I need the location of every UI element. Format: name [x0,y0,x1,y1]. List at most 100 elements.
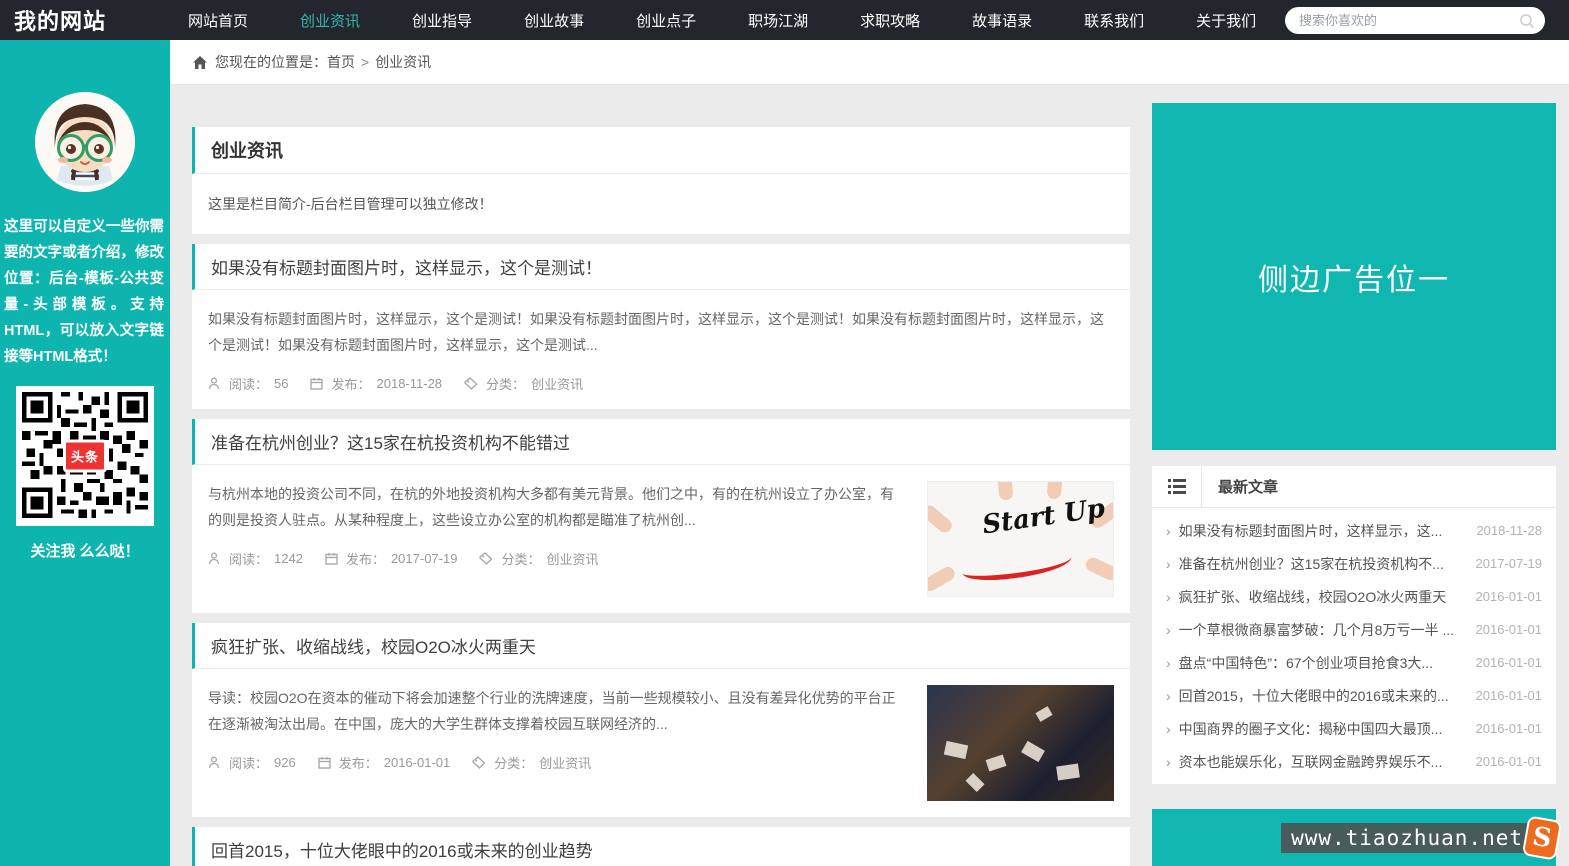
reads-label: 阅读： [229,549,268,568]
nav-item-story[interactable]: 创业故事 [498,0,610,40]
left-sidebar: 这里可以自定义一些你需要的文字或者介绍，修改位置：后台-模板-公共变量-头部模板… [0,40,170,866]
breadcrumb-current[interactable]: 创业资讯 [375,52,431,72]
watermark-url: www.tiaozhuan.net [1281,823,1533,853]
avatar-illustration [35,92,135,192]
article-excerpt: 导读：校园O2O在资本的催动下将会加速整个行业的洗牌速度，当前一些规模较小、且没… [208,685,907,737]
latest-articles-header: 最新文章 [1152,466,1556,508]
article-body: 导读：校园O2O在资本的催动下将会加速整个行业的洗牌速度，当前一些规模较小、且没… [192,669,1130,817]
breadcrumb-prefix: 您现在的位置是： [215,52,327,72]
article-thumbnail-o2o[interactable] [927,685,1114,801]
qr-caption: 关注我 么么哒！ [0,540,170,561]
chevron-right-icon: › [1166,556,1171,572]
tag-icon [472,756,486,769]
article-card: 疯狂扩张、收缩战线，校园O2O冰火两重天 导读：校园O2O在资本的催动下将会加速… [192,623,1130,817]
reads-value: 926 [274,755,296,770]
category-label: 分类： [501,549,540,568]
publish-label: 发布： [331,374,370,393]
nav-item-workplace[interactable]: 职场江湖 [722,0,834,40]
category-value[interactable]: 创业资讯 [539,753,591,772]
breadcrumb: 您现在的位置是： 首页 > 创业资讯 [170,40,1569,85]
tag-icon [464,377,478,390]
nav-item-news[interactable]: 创业资讯 [274,0,386,40]
latest-articles-title: 最新文章 [1202,466,1278,507]
article-thumbnail-startup[interactable]: Start Up [927,481,1114,597]
category-title: 创业资讯 [192,127,1130,174]
latest-item[interactable]: › 准备在杭州创业？这15家在杭投资机构不... 2017-07-19 [1166,547,1542,580]
latest-item[interactable]: ›疯狂扩张、收缩战线，校园O2O冰火两重天2016-01-01 [1166,580,1542,613]
category-value[interactable]: 创业资讯 [531,374,583,393]
avatar [35,92,135,192]
breadcrumb-home-link[interactable]: 首页 [327,52,355,72]
article-card: 回首2015，十位大佬眼中的2016或未来的创业趋势 2016年新年钟声即将敲响… [192,827,1130,866]
calendar-icon [325,552,338,565]
article-title[interactable]: 如果没有标题封面图片时，这样显示，这个是测试！ [192,244,1130,290]
article-card: 如果没有标题封面图片时，这样显示，这个是测试！ 如果没有标题封面图片时，这样显示… [192,244,1130,409]
nav-item-guide[interactable]: 创业指导 [386,0,498,40]
latest-item[interactable]: › 盘点“中国特色”：67个创业项目抢食3大... 2016-01-01 [1166,646,1542,679]
latest-item-title: 疯狂扩张、收缩战线，校园O2O冰火两重天 [1179,587,1466,607]
latest-item-date: 2018-11-28 [1476,523,1542,538]
latest-item-title: 中国商界的圈子文化：揭秘中国四大最顶... [1179,719,1466,739]
article-title[interactable]: 回首2015，十位大佬眼中的2016或未来的创业趋势 [192,827,1130,866]
search-input[interactable] [1299,13,1519,28]
nav-item-idea[interactable]: 创业点子 [610,0,722,40]
latest-item[interactable]: ›一个草根微商暴富梦破：几个月8万亏一半 ...2016-01-01 [1166,613,1542,646]
latest-item-title: 准备在杭州创业？这15家在杭投资机构不... [1179,554,1466,574]
right-sidebar: 侧边广告位一 最新文章 › 如果没有标题封面图片时，这样显示，这... 2018-1… [1152,103,1556,866]
nav-item-about[interactable]: 关于我们 [1170,0,1282,40]
latest-item[interactable]: ›回首2015，十位大佬眼中的2016或未来的...2016-01-01 [1166,679,1542,712]
sidebar-intro-text: 这里可以自定义一些你需要的文字或者介绍，修改位置：后台-模板-公共变量-头部模板… [0,192,170,370]
latest-item-title: 资本也能娱乐化，互联网金融跨界娱乐不... [1179,752,1466,772]
category-value[interactable]: 创业资讯 [546,549,598,568]
category-label: 分类： [494,753,533,772]
nav-item-contact[interactable]: 联系我们 [1058,0,1170,40]
qr-code: 头条 [16,386,154,526]
latest-item-date: 2016-01-01 [1476,721,1543,736]
chevron-right-icon: › [1166,622,1171,638]
chevron-right-icon: › [1166,754,1171,770]
nav-item-quotes[interactable]: 故事语录 [946,0,1058,40]
article-meta: 阅读：926 发布：2016-01-01 分类：创业资讯 [208,753,907,772]
latest-item-date: 2016-01-01 [1476,754,1543,769]
article-card: 准备在杭州创业？这15家在杭投资机构不能错过 Start Up 与杭州本地的投资… [192,419,1130,613]
reads-icon [208,552,221,565]
latest-articles-widget: 最新文章 › 如果没有标题封面图片时，这样显示，这... 2018-11-28 › 准… [1152,466,1556,784]
site-title[interactable]: 我的网站 [0,4,126,36]
latest-item[interactable]: ›中国商界的圈子文化：揭秘中国四大最顶...2016-01-01 [1166,712,1542,745]
reads-label: 阅读： [229,374,268,393]
publish-value: 2017-07-19 [391,551,458,566]
home-icon [192,55,208,70]
article-title[interactable]: 准备在杭州创业？这15家在杭投资机构不能错过 [192,419,1130,465]
article-excerpt: 与杭州本地的投资公司不同，在杭的外地投资机构大多都有美元背景。他们之中，有的在杭… [208,481,907,533]
article-meta: 阅读：1242 发布：2017-07-19 分类：创业资讯 [208,549,907,568]
calendar-icon [310,377,323,390]
content-area: 创业资讯 这里是栏目简介-后台栏目管理可以独立修改！ 如果没有标题封面图片时，这… [170,85,1569,866]
nav-item-home[interactable]: 网站首页 [162,0,274,40]
thumbnail-text: Start Up [981,496,1107,539]
chevron-right-icon: › [1166,523,1171,539]
latest-item-title: 如果没有标题封面图片时，这样显示，这... [1179,521,1467,541]
chevron-right-icon: › [1166,655,1171,671]
publish-value: 2018-11-28 [377,376,443,391]
reads-value: 1242 [274,551,303,566]
article-title[interactable]: 疯狂扩张、收缩战线，校园O2O冰火两重天 [192,623,1130,669]
category-label: 分类： [486,374,525,393]
ad-text: 侧边广告位一 [1258,255,1450,299]
calendar-icon [318,756,331,769]
latest-item-title: 盘点“中国特色”：67个创业项目抢食3大... [1179,653,1466,673]
article-body: 如果没有标题封面图片时，这样显示，这个是测试！如果没有标题封面图片时，这样显示，… [192,290,1130,409]
latest-item-date: 2016-01-01 [1476,589,1543,604]
latest-item[interactable]: › 资本也能娱乐化，互联网金融跨界娱乐不... 2016-01-01 [1166,745,1542,778]
sidebar-ad-1[interactable]: 侧边广告位一 [1152,103,1556,450]
latest-item-date: 2016-01-01 [1476,655,1543,670]
latest-item-date: 2016-01-01 [1476,622,1543,637]
reads-value: 56 [274,376,288,391]
latest-item-date: 2017-07-19 [1476,556,1543,571]
main-column: 创业资讯 这里是栏目简介-后台栏目管理可以独立修改！ 如果没有标题封面图片时，这… [192,127,1130,866]
search-icon[interactable] [1519,13,1535,29]
latest-item-title: 回首2015，十位大佬眼中的2016或未来的... [1179,686,1466,706]
latest-item[interactable]: › 如果没有标题封面图片时，这样显示，这... 2018-11-28 [1166,514,1542,547]
nav-item-jobhunt[interactable]: 求职攻略 [834,0,946,40]
category-intro: 这里是栏目简介-后台栏目管理可以独立修改！ [192,174,1130,234]
watermark: www.tiaozhuan.net S [1281,818,1559,858]
